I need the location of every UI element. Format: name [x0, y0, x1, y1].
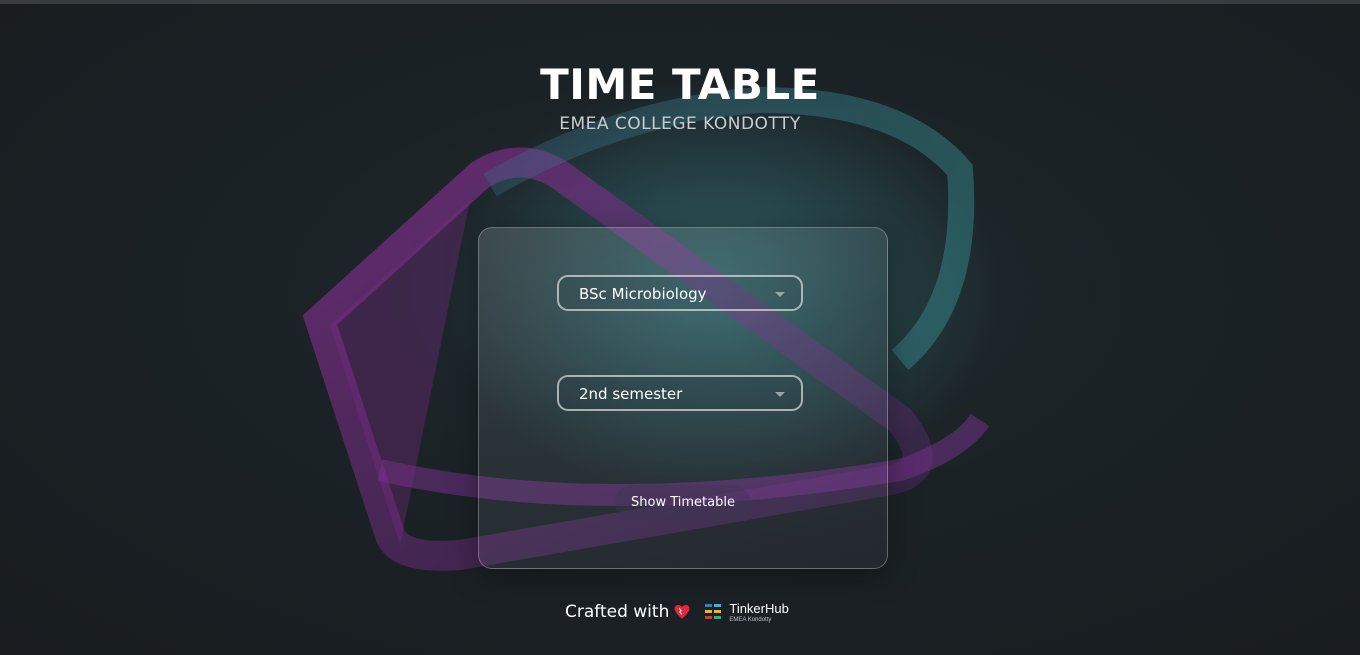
brand-subtitle: EMEA Kondotty	[729, 616, 772, 623]
chevron-down-icon	[775, 392, 785, 397]
college-name: EMEA COLLEGE KONDOTTY	[559, 114, 801, 134]
page-title: TIME TABLE	[540, 60, 820, 109]
course-select-value: BSc Microbiology	[579, 285, 707, 303]
crafted-with-text: Crafted with	[565, 602, 670, 622]
show-timetable-button[interactable]: Show Timetable	[615, 485, 751, 521]
heart-icon	[674, 604, 690, 619]
brand-name: TinkerHub	[729, 600, 789, 616]
timetable-form-card: BSc Microbiology 2nd semester Show Timet…	[478, 227, 888, 569]
course-select[interactable]: BSc Microbiology	[557, 275, 803, 311]
tinkerhub-logo-icon	[705, 604, 722, 619]
footer: Crafted with TinkerHub EMEA Kondotty	[565, 600, 789, 624]
chevron-down-icon	[775, 292, 785, 297]
semester-select[interactable]: 2nd semester	[557, 375, 803, 411]
semester-select-value: 2nd semester	[579, 385, 683, 403]
page: TIME TABLE EMEA COLLEGE KONDOTTY BSc Mic…	[0, 0, 1360, 655]
tinkerhub-logo[interactable]: TinkerHub EMEA Kondotty	[705, 600, 789, 623]
